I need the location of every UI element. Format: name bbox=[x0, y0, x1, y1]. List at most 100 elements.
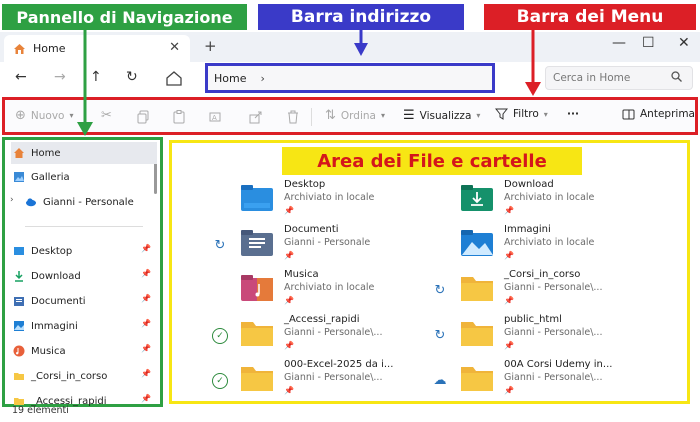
up-arrow-icon[interactable]: ↑ bbox=[90, 69, 102, 85]
more-options-icon[interactable]: ··· bbox=[567, 108, 579, 120]
sync-icon: ↻ bbox=[434, 328, 446, 343]
folder-icon bbox=[461, 367, 493, 391]
preview-label: Anteprima bbox=[640, 108, 695, 120]
tab-close-icon[interactable]: ✕ bbox=[169, 40, 180, 55]
gallery-icon bbox=[14, 172, 24, 182]
file-item[interactable]: Download Archiviato in locale 📌 bbox=[432, 179, 682, 225]
home-icon bbox=[14, 43, 25, 54]
file-item[interactable]: ↻ Documenti Gianni - Personale 📌 bbox=[212, 224, 462, 270]
close-window-icon[interactable]: ✕ bbox=[678, 35, 690, 51]
preview-button[interactable]: Anteprima bbox=[622, 108, 695, 120]
search-input[interactable]: Cerca in Home bbox=[545, 66, 693, 90]
annotated-file-explorer: Pannello di Navigazione Barra indirizzo … bbox=[0, 0, 700, 422]
music-icon bbox=[13, 345, 25, 357]
sort-button[interactable]: ⇅ Ordina ▾ bbox=[325, 108, 385, 123]
navigation-pane: Home Galleria › Gianni - Personale Deskt… bbox=[2, 137, 163, 407]
file-item[interactable]: ✓ _Accessi_rapidi Gianni - Personale\... 📌 bbox=[212, 314, 462, 360]
search-placeholder: Cerca in Home bbox=[553, 72, 631, 84]
paste-icon[interactable] bbox=[173, 110, 185, 124]
file-item[interactable]: ↻ _Corsi_in_corso Gianni - Personale\... 📌 bbox=[432, 269, 682, 315]
file-name: 00A Corsi Udemy in... bbox=[504, 359, 613, 370]
sidebar-item-onedrive[interactable]: Gianni - Personale bbox=[25, 191, 165, 213]
chevron-right-icon[interactable]: › bbox=[260, 72, 264, 85]
menu-bar-label: Barra dei Menu bbox=[484, 4, 696, 30]
chevron-down-icon: ▾ bbox=[476, 111, 481, 120]
search-icon bbox=[671, 71, 682, 82]
maximize-icon[interactable]: ☐ bbox=[642, 35, 655, 51]
file-item[interactable]: ✓ 000-Excel-2025 da i... Gianni - Personal… bbox=[212, 359, 462, 405]
tab-home[interactable]: Home ✕ bbox=[4, 35, 190, 62]
sidebar-item-pictures[interactable]: Immagini 📌 bbox=[13, 315, 153, 337]
pin-icon[interactable]: 📌 bbox=[141, 269, 151, 278]
pin-icon: 📌 bbox=[504, 386, 514, 395]
folder-icon bbox=[241, 322, 273, 346]
sidebar-divider bbox=[25, 226, 143, 227]
sync-icon: ↻ bbox=[434, 283, 446, 298]
new-label: Nuovo bbox=[30, 109, 65, 122]
sidebar-item-corsi[interactable]: _Corsi_in_corso 📌 bbox=[13, 365, 153, 387]
filter-label: Filtro bbox=[513, 108, 539, 120]
copy-icon[interactable] bbox=[137, 110, 149, 124]
file-location: Gianni - Personale bbox=[284, 237, 371, 248]
file-item[interactable]: Immagini Archiviato in locale 📌 bbox=[432, 224, 682, 270]
pin-icon[interactable]: 📌 bbox=[141, 319, 151, 328]
address-text: Home bbox=[214, 71, 247, 85]
share-icon[interactable] bbox=[249, 110, 263, 124]
sidebar-item-desktop[interactable]: Desktop 📌 bbox=[13, 240, 153, 262]
files-area-label: Area dei File e cartelle bbox=[282, 147, 582, 175]
file-item[interactable]: Desktop Archiviato in locale 📌 bbox=[212, 179, 462, 225]
view-button[interactable]: ☰ Visualizza ▾ bbox=[403, 108, 480, 123]
back-arrow-icon[interactable]: ← bbox=[15, 69, 27, 85]
home-outline-icon[interactable] bbox=[163, 66, 185, 90]
sidebar-item-gallery[interactable]: Galleria bbox=[13, 166, 153, 188]
pin-icon[interactable]: 📌 bbox=[141, 369, 151, 378]
pictures-icon bbox=[14, 321, 24, 331]
pin-icon[interactable]: 📌 bbox=[141, 294, 151, 303]
filter-button[interactable]: Filtro ▾ bbox=[495, 108, 548, 120]
pin-icon[interactable]: 📌 bbox=[141, 344, 151, 353]
sidebar-item-documents[interactable]: Documenti 📌 bbox=[13, 290, 153, 312]
address-bar[interactable]: Home › bbox=[205, 63, 495, 93]
pin-icon[interactable]: 📌 bbox=[141, 244, 151, 253]
file-location: Archiviato in locale bbox=[284, 282, 375, 293]
music-folder-icon bbox=[241, 275, 273, 301]
sidebar-item-home[interactable]: Home bbox=[11, 142, 157, 164]
file-location: Gianni - Personale\... bbox=[504, 282, 603, 293]
file-name: 000-Excel-2025 da i... bbox=[284, 359, 394, 370]
rename-icon[interactable]: A bbox=[209, 110, 223, 124]
tab-title: Home bbox=[33, 42, 66, 55]
new-tab-button[interactable]: + bbox=[204, 37, 217, 55]
cut-icon[interactable]: ✂ bbox=[101, 108, 117, 123]
files-area: Area dei File e cartelle Desktop Archivia… bbox=[169, 140, 690, 404]
pin-icon: 📌 bbox=[284, 386, 294, 395]
file-location: Gianni - Personale\... bbox=[504, 372, 603, 383]
folder-icon bbox=[461, 277, 493, 301]
file-name: Musica bbox=[284, 269, 319, 280]
forward-arrow-icon[interactable]: → bbox=[54, 69, 66, 85]
new-button[interactable]: ⊕ Nuovo ▾ bbox=[15, 108, 74, 123]
folder-icon bbox=[461, 322, 493, 346]
file-location: Gianni - Personale\... bbox=[284, 327, 383, 338]
address-bar-label: Barra indirizzo bbox=[258, 4, 464, 30]
title-bar: Home ✕ + — ☐ ✕ bbox=[0, 32, 700, 62]
file-item[interactable]: Musica Archiviato in locale 📌 bbox=[212, 269, 462, 315]
file-item[interactable]: ☁ 00A Corsi Udemy in... Gianni - Personale… bbox=[432, 359, 682, 405]
file-item[interactable]: ↻ public_html Gianni - Personale\... 📌 bbox=[432, 314, 682, 360]
synced-check-icon: ✓ bbox=[212, 373, 228, 389]
chevron-down-icon: ▾ bbox=[69, 111, 74, 120]
chevron-right-icon[interactable]: › bbox=[10, 195, 14, 205]
pin-icon[interactable]: 📌 bbox=[141, 394, 151, 403]
pin-icon: 📌 bbox=[504, 296, 514, 305]
view-label: Visualizza bbox=[419, 109, 472, 122]
sync-icon: ↻ bbox=[214, 238, 226, 253]
refresh-icon[interactable]: ↻ bbox=[126, 69, 138, 85]
delete-icon[interactable] bbox=[287, 110, 299, 124]
sidebar-item-music[interactable]: Musica 📌 bbox=[13, 340, 153, 362]
sort-label: Ordina bbox=[340, 109, 376, 122]
sidebar-item-download[interactable]: Download 📌 bbox=[13, 265, 153, 287]
file-name: Desktop bbox=[284, 179, 326, 190]
preview-pane-icon bbox=[622, 109, 635, 119]
file-location: Gianni - Personale\... bbox=[284, 372, 383, 383]
toolbar-divider bbox=[311, 108, 312, 126]
minimize-icon[interactable]: — bbox=[612, 35, 626, 51]
